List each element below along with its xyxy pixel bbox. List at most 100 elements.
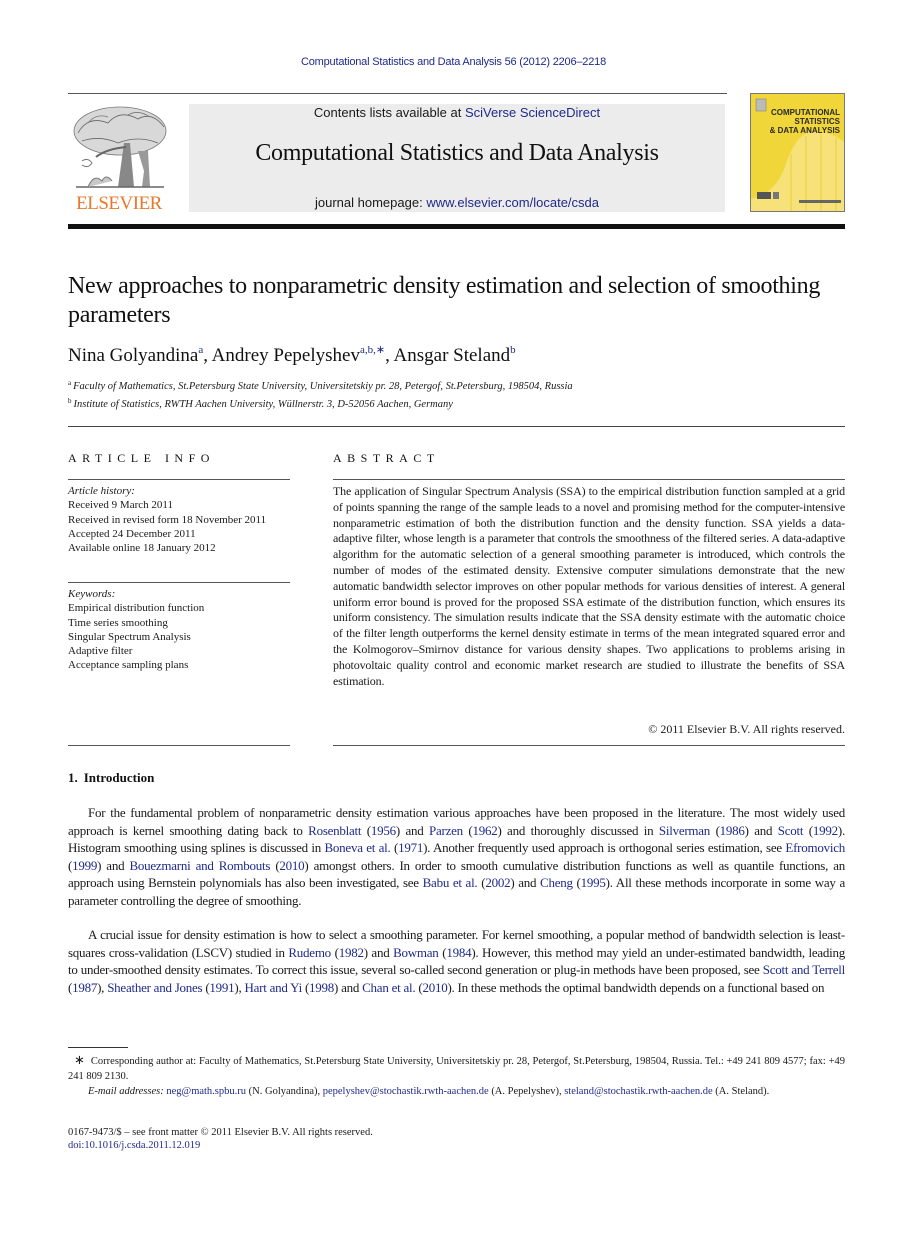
- citation-link[interactable]: Scott: [778, 823, 804, 838]
- paragraph-text: (: [572, 875, 581, 890]
- corresponding-author-text: Corresponding author at: Faculty of Math…: [68, 1056, 845, 1082]
- paragraph-text: ),: [97, 979, 108, 995]
- citation-link[interactable]: 1999: [72, 858, 97, 873]
- citation-link[interactable]: Efromovich: [785, 840, 845, 855]
- citation-link[interactable]: Cheng: [540, 875, 573, 890]
- abstract-heading: ABSTRACT: [333, 451, 440, 465]
- paragraph-text: (: [361, 822, 371, 838]
- doi-link[interactable]: doi:10.1016/j.csda.2011.12.019: [68, 1140, 200, 1151]
- corresponding-author-note: ∗ Corresponding author at: Faculty of Mat…: [68, 1052, 845, 1084]
- citation-link[interactable]: 1995: [581, 875, 606, 890]
- email-owner: (A. Pepelyshev),: [488, 1086, 565, 1097]
- author-affiliation-mark[interactable]: a: [198, 344, 203, 356]
- header-rule: [68, 93, 727, 94]
- affiliation-mark: b: [68, 397, 72, 405]
- keyword: Empirical distribution function: [68, 602, 205, 615]
- history-item: Accepted 24 December 2011: [68, 527, 196, 540]
- homepage-prefix: journal homepage:: [315, 195, 427, 210]
- affiliation: a Faculty of Mathematics, St.Petersburg S…: [68, 379, 573, 392]
- keywords-label: Keywords:: [68, 588, 116, 600]
- section-heading: 1. Introduction: [68, 770, 160, 786]
- citation-link[interactable]: 1956: [371, 823, 396, 838]
- cover-title-line: COMPUTATIONAL: [770, 108, 840, 117]
- citation-link[interactable]: Rosenblatt: [308, 823, 361, 838]
- citation-link[interactable]: 1991: [209, 980, 234, 995]
- keyword: Singular Spectrum Analysis: [68, 630, 191, 643]
- author-list: Nina Golyandinaa, Andrey Pepelysheva,b,∗…: [68, 344, 516, 366]
- keyword: Adaptive filter: [68, 645, 133, 658]
- citation-link[interactable]: 1992: [813, 823, 838, 838]
- paragraph-text: ) and: [510, 875, 541, 890]
- paragraph-text: (: [803, 822, 813, 838]
- paragraph-text: ) and: [395, 822, 429, 838]
- journal-homepage-link[interactable]: www.elsevier.com/locate/csda: [426, 195, 599, 210]
- citation-link[interactable]: 1971: [398, 840, 423, 855]
- author-name: Andrey Pepelyshev: [211, 345, 360, 366]
- paragraph-text: ) and: [363, 944, 394, 960]
- author-affiliation-mark[interactable]: a,b,∗: [360, 344, 385, 356]
- abstract-rule: [333, 745, 845, 746]
- body-paragraph: For the fundamental problem of nonparame…: [68, 804, 845, 909]
- citation-link[interactable]: 1984: [446, 945, 471, 960]
- journal-title: Computational Statistics and Data Analys…: [255, 140, 659, 166]
- abstract-copyright: © 2011 Elsevier B.V. All rights reserved…: [648, 722, 845, 736]
- paragraph-text: (: [710, 822, 720, 838]
- cover-title-line: STATISTICS: [794, 117, 840, 126]
- citation-link[interactable]: Silverman: [659, 823, 710, 838]
- history-label: Article history:: [68, 485, 135, 497]
- email-addresses: E-mail addresses: neg@math.spbu.ru (N. G…: [68, 1084, 845, 1099]
- paragraph-text: ). Another frequently used approach is o…: [423, 840, 786, 855]
- affiliation-text: Institute of Statistics, RWTH Aachen Uni…: [73, 399, 453, 410]
- citation-link[interactable]: 2010: [279, 858, 304, 873]
- citation-link[interactable]: Boneva et al.: [325, 840, 391, 855]
- citation-link[interactable]: 2002: [485, 875, 510, 890]
- section-title: Introduction: [83, 770, 155, 785]
- citation-link[interactable]: 2010: [422, 980, 447, 995]
- sciencedirect-link[interactable]: SciVerse ScienceDirect: [465, 105, 600, 120]
- paragraph-text: (: [390, 840, 399, 855]
- paragraph-text: ). In these methods the optimal bandwidt…: [447, 979, 825, 995]
- body-paragraph: A crucial issue for density estimation i…: [68, 926, 845, 996]
- contents-line: Contents lists available at SciVerse Sci…: [189, 105, 725, 120]
- citation-link[interactable]: Bouezmarni and Rombouts: [129, 858, 270, 873]
- affiliation-mark: a: [68, 379, 72, 387]
- author-affiliation-mark[interactable]: b: [510, 344, 516, 356]
- citation-link[interactable]: Sheather and Jones: [107, 980, 202, 995]
- paragraph-text: ),: [234, 979, 245, 995]
- citation-link[interactable]: 1982: [339, 945, 364, 960]
- abstract-text: The application of Singular Spectrum Ana…: [333, 484, 845, 688]
- citation-link[interactable]: 1962: [472, 823, 497, 838]
- running-head[interactable]: Computational Statistics and Data Analys…: [0, 56, 907, 68]
- publisher-logo[interactable]: ELSEVIER: [68, 103, 170, 215]
- email-link[interactable]: neg@math.spbu.ru: [166, 1086, 246, 1097]
- paragraph-text: (: [301, 979, 310, 995]
- citation-link[interactable]: Bowman: [393, 945, 439, 960]
- citation-link[interactable]: 1998: [309, 980, 334, 995]
- elsevier-tree-icon: [73, 106, 167, 188]
- email-link[interactable]: steland@stochastik.rwth-aachen.de: [564, 1086, 712, 1097]
- journal-cover-image[interactable]: COMPUTATIONAL STATISTICS & DATA ANALYSIS: [750, 93, 845, 212]
- paragraph-text: ) and thoroughly discussed in: [497, 822, 659, 838]
- citation-link[interactable]: Babu et al.: [423, 875, 478, 890]
- contents-prefix: Contents lists available at: [313, 105, 465, 120]
- article-info-rule: [68, 582, 290, 583]
- paragraph-text: (: [330, 944, 339, 960]
- citation-link[interactable]: 1986: [720, 823, 745, 838]
- email-link[interactable]: pepelyshev@stochastik.rwth-aachen.de: [323, 1086, 489, 1097]
- citation-link[interactable]: Chan et al.: [362, 980, 415, 995]
- author-name: Nina Golyandina: [68, 345, 199, 366]
- article-info-rule: [68, 745, 290, 746]
- email-owner: (N. Golyandina),: [246, 1086, 323, 1097]
- publisher-name: ELSEVIER: [76, 193, 162, 214]
- citation-link[interactable]: Rudemo: [288, 945, 331, 960]
- article-info-heading: ARTICLE INFO: [68, 451, 215, 465]
- cover-title-line: & DATA ANALYSIS: [769, 126, 840, 135]
- history-item: Received in revised form 18 November 201…: [68, 513, 267, 526]
- citation-link[interactable]: 1987: [72, 980, 97, 995]
- footnote-rule: [68, 1047, 128, 1048]
- article-history: Article history: Received 9 March 2011 R…: [68, 484, 290, 555]
- email-label: E-mail addresses:: [88, 1086, 167, 1097]
- citation-link[interactable]: Parzen: [429, 823, 463, 838]
- citation-link[interactable]: Scott and Terrell: [763, 962, 846, 977]
- citation-link[interactable]: Hart and Yi: [245, 980, 303, 995]
